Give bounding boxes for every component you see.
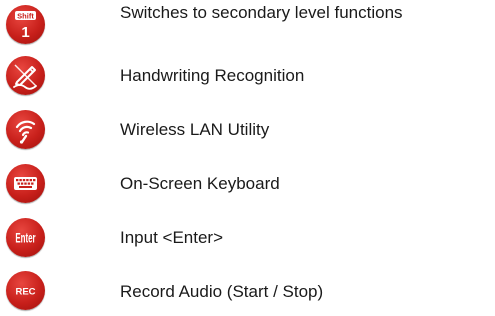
keyboard-icon	[6, 164, 45, 203]
wireless-label: Wireless LAN Utility	[120, 120, 270, 139]
wireless-lan-icon	[6, 110, 45, 149]
shift-key-icon: Shift 1	[6, 5, 45, 44]
handwriting-pen-icon	[6, 56, 45, 95]
shift-label: Switches to secondary level functions	[120, 3, 403, 22]
handwriting-label: Handwriting Recognition	[120, 66, 305, 85]
shift-badge-text: Shift	[17, 11, 34, 20]
enter-key-icon: Enter	[6, 218, 45, 257]
record-badge-text: REC	[15, 287, 35, 298]
shift-badge-number: 1	[21, 24, 29, 41]
enter-badge-text: Enter	[15, 231, 36, 246]
record-audio-icon: REC	[6, 271, 45, 310]
record-label: Record Audio (Start / Stop)	[120, 282, 324, 301]
enter-label: Input <Enter>	[120, 228, 224, 247]
keyboard-label: On-Screen Keyboard	[120, 174, 280, 193]
